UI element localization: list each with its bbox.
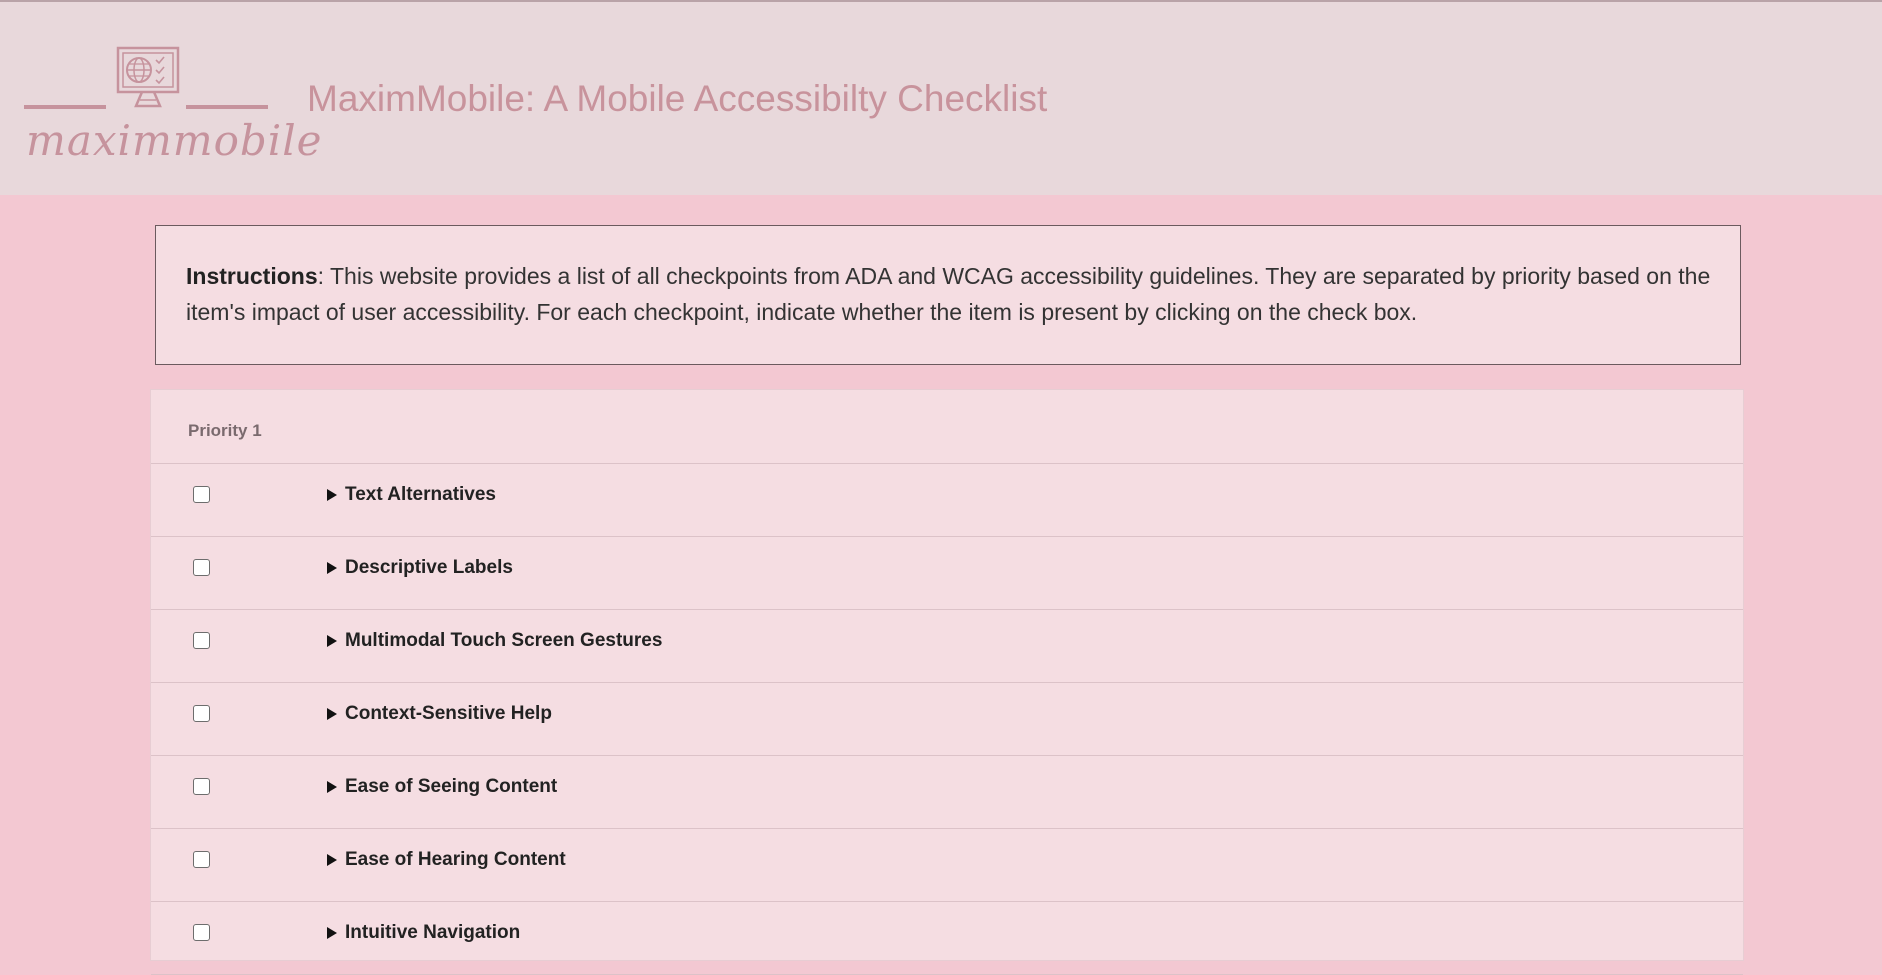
site-logo[interactable]: maximmobile — [22, 46, 322, 165]
checklist-item-label: Context-Sensitive Help — [345, 703, 552, 724]
disclosure-triangle-icon — [327, 708, 337, 720]
checklist-item-label: Ease of Seeing Content — [345, 776, 558, 797]
priority-1-panel: Priority 1 Text Alternatives Descriptive… — [150, 389, 1744, 975]
checkbox-context-sensitive-help[interactable] — [193, 705, 210, 722]
checkbox-descriptive-labels[interactable] — [193, 559, 210, 576]
checkbox-ease-of-hearing-content[interactable] — [193, 851, 210, 868]
disclosure-triangle-icon — [327, 854, 337, 866]
checklist-row: Ease of Hearing Content — [151, 829, 1743, 902]
checkbox-multimodal-touch-screen-gestures[interactable] — [193, 632, 210, 649]
monitor-globe-icon — [24, 46, 268, 109]
instructions-box: Instructions: This website provides a li… — [155, 225, 1741, 365]
disclosure-triangle-icon — [327, 562, 337, 574]
checklist-row: Context-Sensitive Help — [151, 683, 1743, 756]
expand-descriptive-labels[interactable]: Descriptive Labels — [327, 557, 513, 579]
checklist-item-label: Multimodal Touch Screen Gestures — [345, 630, 663, 651]
logo-wordmark: maximmobile — [26, 116, 323, 165]
page-title: MaximMobile: A Mobile Accessibilty Check… — [307, 78, 1048, 119]
checklist-row: Ease of Seeing Content — [151, 756, 1743, 829]
expand-context-sensitive-help[interactable]: Context-Sensitive Help — [327, 703, 552, 725]
site-header: maximmobile MaximMobile: A Mobile Access… — [0, 2, 1882, 195]
checklist-row: Text Alternatives — [151, 464, 1743, 537]
disclosure-triangle-icon — [327, 635, 337, 647]
checklist-row: Intuitive Navigation — [151, 902, 1743, 975]
expand-multimodal-touch-screen-gestures[interactable]: Multimodal Touch Screen Gestures — [327, 630, 662, 652]
expand-text-alternatives[interactable]: Text Alternatives — [327, 484, 496, 506]
priority-heading: Priority 1 — [188, 421, 262, 440]
checklist-item-label: Descriptive Labels — [345, 557, 513, 578]
disclosure-triangle-icon — [327, 781, 337, 793]
panel-heading: Priority 1 — [151, 390, 1743, 464]
expand-ease-of-seeing-content[interactable]: Ease of Seeing Content — [327, 776, 557, 798]
instructions-text: : This website provides a list of all ch… — [186, 263, 1711, 325]
checklist-item-label: Ease of Hearing Content — [345, 849, 566, 870]
disclosure-triangle-icon — [327, 489, 337, 501]
checkbox-text-alternatives[interactable] — [193, 486, 210, 503]
checkbox-ease-of-seeing-content[interactable] — [193, 778, 210, 795]
checklist-item-label: Text Alternatives — [345, 484, 496, 505]
instructions-label: Instructions — [186, 263, 318, 289]
expand-ease-of-hearing-content[interactable]: Ease of Hearing Content — [327, 849, 566, 871]
expand-intuitive-navigation[interactable]: Intuitive Navigation — [327, 922, 520, 944]
checklist-row: Descriptive Labels — [151, 537, 1743, 610]
disclosure-triangle-icon — [327, 927, 337, 939]
checkbox-intuitive-navigation[interactable] — [193, 924, 210, 941]
checklist-item-label: Intuitive Navigation — [345, 922, 521, 943]
checklist-row: Multimodal Touch Screen Gestures — [151, 610, 1743, 683]
